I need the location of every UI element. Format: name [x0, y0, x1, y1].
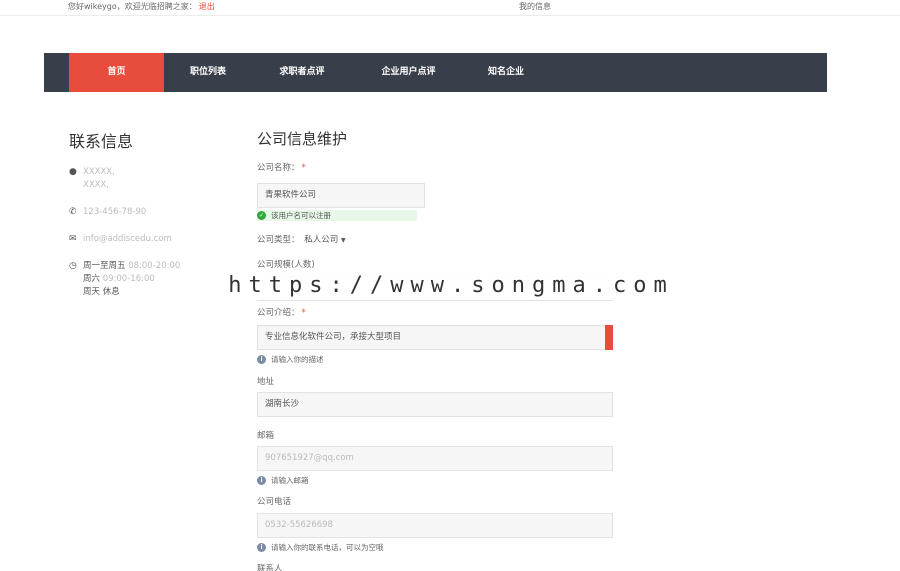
- phone-label: 公司电话: [257, 497, 292, 507]
- watermark: https://www.songma.com: [220, 271, 682, 300]
- contact-hours: ◷ 周一至周五 08:00-20:00 周六 09:00-16:00 周天 休息: [69, 260, 239, 299]
- email-hint: i 请输入邮箱: [257, 473, 617, 487]
- company-intro-label: 公司介绍： *: [257, 308, 306, 318]
- phone-hint: i 请输入你的联系电话，可以为空哦: [257, 540, 617, 554]
- contact-email: ✉ info@addiscedu.com: [69, 233, 239, 246]
- hours-saturday-time: 09:00-16:00: [102, 274, 155, 284]
- envelope-icon: ✉: [69, 234, 77, 244]
- main-nav: 首页 职位列表 求职者点评 企业用户点评 知名企业: [44, 53, 827, 92]
- email-input[interactable]: 907651927@qq.com: [257, 446, 613, 471]
- company-type-label: 公司类型：: [257, 235, 300, 245]
- hours-weekday: 周一至周五: [83, 261, 126, 271]
- top-bar: 您好wikeygo，欢迎光临招聘之家： 退出 我的信息: [0, 0, 900, 16]
- contact-title: 联系信息: [69, 132, 134, 151]
- company-name-input[interactable]: 青果软件公司: [257, 183, 425, 208]
- hours-weekday-time: 08:00-20:00: [128, 261, 181, 271]
- my-info-link[interactable]: 我的信息: [519, 1, 551, 12]
- info-icon: i: [257, 354, 266, 364]
- map-marker-icon: ●: [69, 167, 77, 177]
- form-title: 公司信息维护: [257, 130, 348, 148]
- address-label: 地址: [257, 377, 275, 387]
- caret-down-icon[interactable]: ▼: [341, 237, 346, 244]
- address-input[interactable]: 湖南长沙: [257, 392, 613, 417]
- nav-item-company-reviews[interactable]: 企业用户点评: [352, 53, 465, 92]
- greeting-text: 您好wikeygo，欢迎光临招聘之家：: [68, 2, 197, 11]
- email-label: 邮箱: [257, 431, 275, 441]
- nav-item-home[interactable]: 首页: [69, 53, 164, 92]
- company-name-ok-message: ✓ 该用户名可以注册: [257, 210, 417, 221]
- phone-input[interactable]: 0532-55626698: [257, 513, 613, 538]
- company-intro-hint: i 请输入你的描述: [257, 352, 617, 366]
- contact-person-label: 联系人: [257, 564, 283, 571]
- hours-sunday: 周天 休息: [83, 287, 120, 297]
- nav-item-famous-companies[interactable]: 知名企业: [465, 53, 547, 92]
- address-line2: XXXX,: [83, 180, 109, 190]
- clock-icon: ◷: [69, 261, 77, 271]
- contact-address: ● XXXXX, XXXX,: [69, 166, 239, 192]
- phone-icon: ✆: [69, 207, 77, 217]
- hours-saturday: 周六: [83, 274, 101, 284]
- company-size-label: 公司规模(人数): [257, 260, 315, 270]
- address-line1: XXXXX,: [83, 167, 115, 177]
- company-type-select[interactable]: 私人公司: [304, 235, 338, 245]
- company-form: 公司信息维护 公司名称： * 青果软件公司 ✓ 该用户名可以注册 公司类型： 私人…: [257, 128, 617, 571]
- info-icon: i: [257, 542, 266, 552]
- info-icon: i: [257, 475, 266, 485]
- greeting: 您好wikeygo，欢迎光临招聘之家： 退出: [68, 1, 215, 12]
- phone-value: 123-456-78-90: [83, 207, 147, 217]
- error-marker: [605, 325, 613, 350]
- company-intro-value: 专业信息化软件公司，承接大型项目: [265, 332, 402, 342]
- nav-item-seeker-reviews[interactable]: 求职者点评: [252, 53, 352, 92]
- logout-link[interactable]: 退出: [199, 2, 215, 11]
- nav-item-job-list[interactable]: 职位列表: [164, 53, 252, 92]
- company-name-label: 公司名称： *: [257, 163, 306, 173]
- company-intro-input[interactable]: 专业信息化软件公司，承接大型项目: [257, 325, 613, 350]
- email-value[interactable]: info@addiscedu.com: [83, 233, 172, 246]
- contact-info: 联系信息 ● XXXXX, XXXX, ✆ 123-456-78-90 ✉ inf…: [69, 128, 239, 313]
- contact-phone: ✆ 123-456-78-90: [69, 206, 239, 219]
- check-circle-icon: ✓: [257, 211, 266, 220]
- company-type-row: 公司类型： 私人公司 ▼: [257, 233, 617, 245]
